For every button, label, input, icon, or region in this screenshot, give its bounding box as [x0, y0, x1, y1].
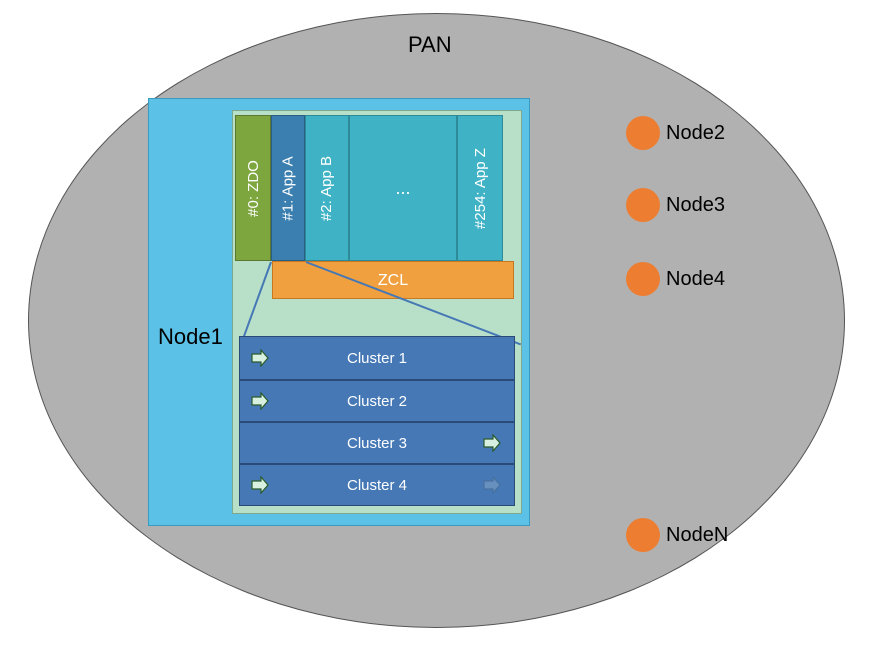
endpoint-app-a-label: #1: App A — [280, 156, 297, 220]
node3-marker: Node3 — [626, 188, 725, 222]
node-dot-icon — [626, 116, 660, 150]
node2-label: Node2 — [666, 122, 725, 145]
node1-label: Node1 — [158, 324, 223, 350]
arrow-out-icon — [482, 434, 502, 452]
node4-label: Node4 — [666, 268, 725, 291]
node4-marker: Node4 — [626, 262, 725, 296]
cluster-row-4: Cluster 4 — [240, 463, 514, 505]
endpoint-app-a: #1: App A — [271, 115, 305, 261]
endpoint-app-z-label: #254: App Z — [472, 148, 489, 229]
arrow-in-icon — [250, 476, 270, 494]
arrow-in-icon — [250, 392, 270, 410]
endpoint-zdo-label: #0: ZDO — [245, 160, 262, 217]
endpoints-row: #0: ZDO #1: App A #2: App B ... #254: Ap… — [235, 115, 514, 261]
endpoint-dots: ... — [349, 115, 457, 261]
cluster-label: Cluster 4 — [347, 477, 407, 494]
node-dot-icon — [626, 262, 660, 296]
endpoint-app-b-label: #2: App B — [319, 155, 336, 220]
arrow-in-icon — [250, 349, 270, 367]
cluster-row-2: Cluster 2 — [240, 379, 514, 421]
arrow-out-icon — [482, 476, 502, 494]
endpoint-dots-label: ... — [395, 178, 410, 199]
cluster-label: Cluster 2 — [347, 393, 407, 410]
cluster-row-3: Cluster 3 — [240, 421, 514, 463]
node-dot-icon — [626, 518, 660, 552]
cluster-row-1: Cluster 1 — [240, 337, 514, 379]
zcl-box: ZCL — [272, 261, 514, 299]
node3-label: Node3 — [666, 194, 725, 217]
node-dot-icon — [626, 188, 660, 222]
cluster-container: Cluster 1 Cluster 2 Cluster 3 Cluster 4 — [239, 336, 515, 506]
pan-title: PAN — [408, 32, 452, 58]
endpoint-zdo: #0: ZDO — [235, 115, 271, 261]
cluster-label: Cluster 1 — [347, 350, 407, 367]
endpoint-app-b: #2: App B — [305, 115, 349, 261]
cluster-label: Cluster 3 — [347, 435, 407, 452]
node2-marker: Node2 — [626, 116, 725, 150]
nodeN-label: NodeN — [666, 524, 728, 547]
nodeN-marker: NodeN — [626, 518, 728, 552]
endpoint-app-z: #254: App Z — [457, 115, 503, 261]
